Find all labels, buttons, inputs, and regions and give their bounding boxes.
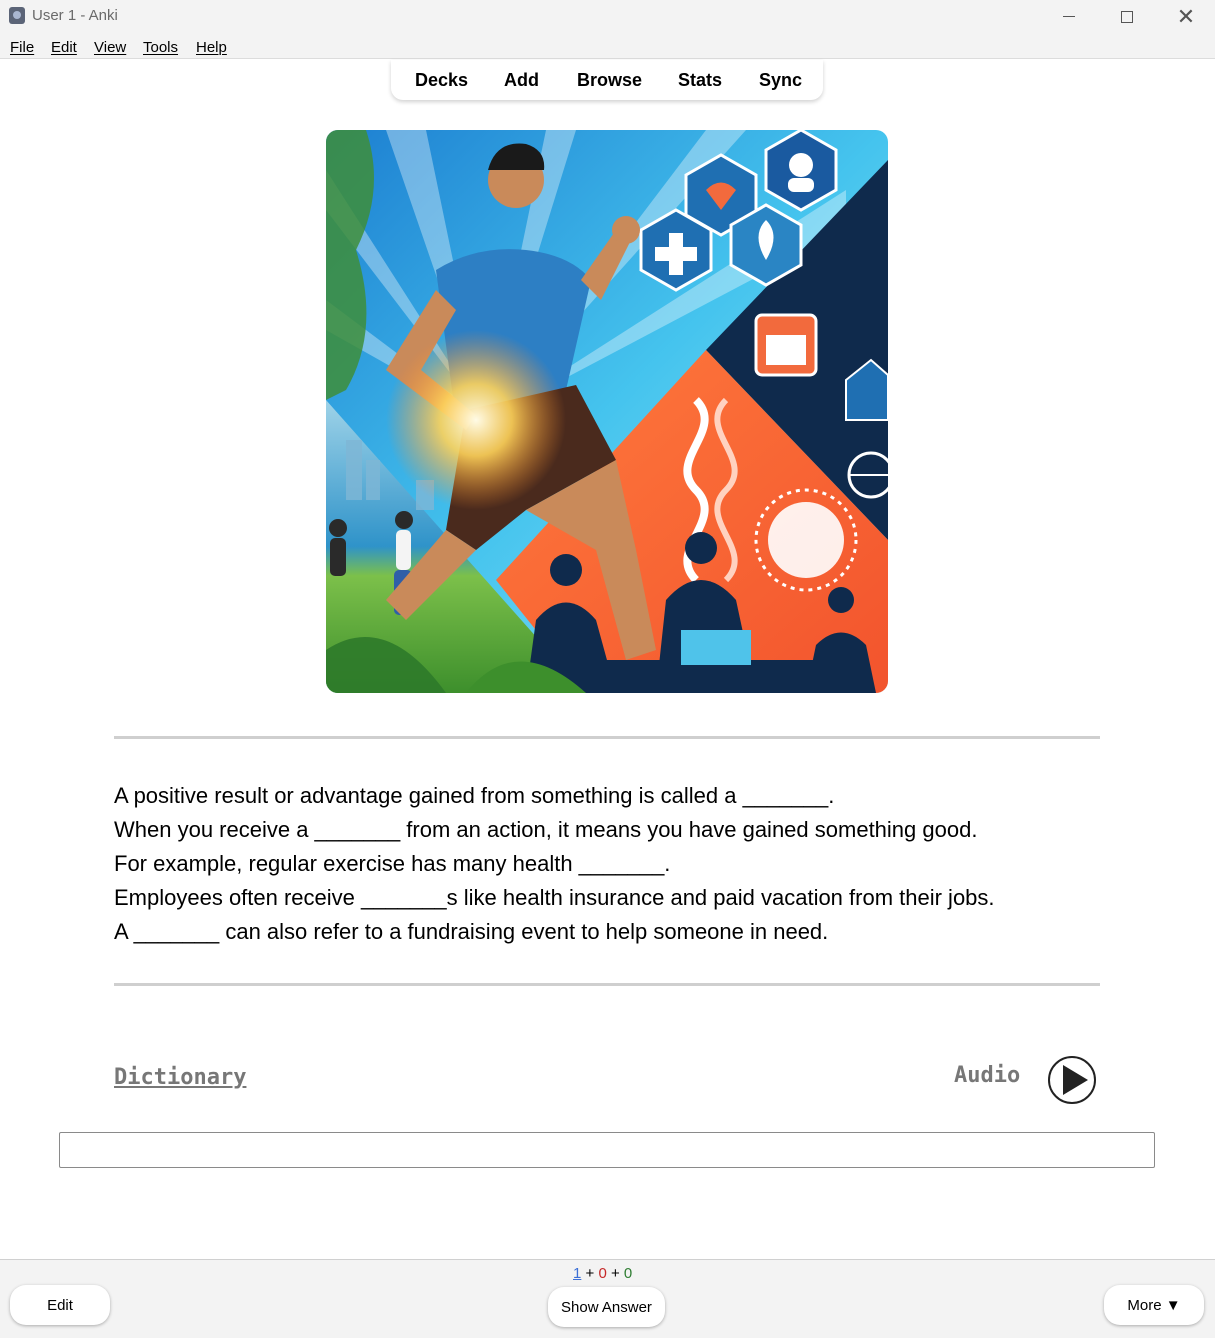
anki-app-icon	[9, 7, 25, 24]
divider-top	[114, 736, 1100, 739]
card-illustration	[326, 130, 888, 693]
more-button[interactable]: More ▼	[1104, 1285, 1204, 1325]
window-title: User 1 - Anki	[32, 7, 118, 24]
divider-bottom	[114, 983, 1100, 986]
play-icon	[1063, 1065, 1088, 1095]
menu-help[interactable]: Help	[196, 39, 227, 56]
dictionary-link[interactable]: Dictionary	[114, 1065, 246, 1090]
answer-input[interactable]	[59, 1132, 1155, 1168]
toolbar-sync[interactable]: Sync	[759, 70, 802, 91]
question-line: When you receive a _______ from an actio…	[114, 817, 978, 842]
learn-count: 0	[598, 1265, 607, 1282]
minimize-button[interactable]	[1046, 0, 1092, 33]
question-line: A positive result or advantage gained fr…	[114, 783, 835, 808]
audio-label: Audio	[954, 1063, 1021, 1088]
toolbar-decks[interactable]: Decks	[415, 70, 468, 91]
title-bar: User 1 - Anki ✕	[0, 0, 1215, 33]
count-separator: +	[585, 1265, 595, 1282]
menu-view[interactable]: View	[94, 39, 126, 56]
show-answer-button[interactable]: Show Answer	[548, 1287, 665, 1327]
new-count: 1	[573, 1265, 582, 1282]
count-separator: +	[610, 1265, 620, 1282]
maximize-icon	[1121, 10, 1133, 23]
minimize-icon	[1063, 16, 1075, 17]
main-toolbar: Decks Add Browse Stats Sync	[391, 60, 823, 100]
toolbar-stats[interactable]: Stats	[678, 70, 722, 91]
edit-button[interactable]: Edit	[10, 1285, 110, 1325]
close-button[interactable]: ✕	[1163, 0, 1209, 33]
close-icon: ✕	[1176, 3, 1196, 29]
menu-file[interactable]: File	[10, 39, 34, 56]
menu-tools[interactable]: Tools	[143, 39, 178, 56]
question-line: Employees often receive _______s like he…	[114, 885, 995, 910]
sun-icon	[768, 502, 844, 578]
play-audio-button[interactable]	[1048, 1056, 1096, 1104]
maximize-button[interactable]	[1104, 0, 1150, 33]
menu-edit[interactable]: Edit	[51, 39, 77, 56]
due-counts: 1 + 0 + 0	[573, 1265, 632, 1282]
menu-bar: File Edit View Tools Help	[0, 33, 1215, 59]
review-count: 0	[623, 1265, 633, 1282]
toolbar-add[interactable]: Add	[504, 70, 539, 91]
card-question: A positive result or advantage gained fr…	[114, 779, 1114, 949]
question-line: For example, regular exercise has many h…	[114, 851, 671, 876]
question-line: A _______ can also refer to a fundraisin…	[114, 919, 829, 944]
toolbar-browse[interactable]: Browse	[577, 70, 642, 91]
